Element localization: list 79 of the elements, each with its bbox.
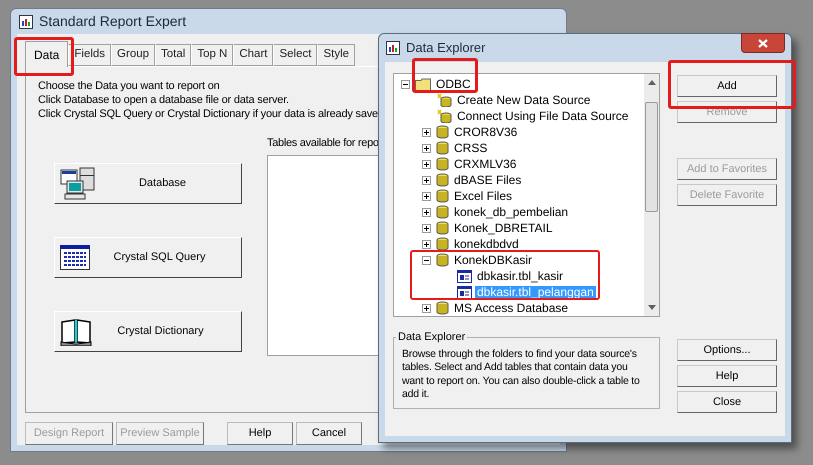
tree-item[interactable]: Create New Data Source (455, 94, 592, 106)
expander-icon[interactable] (422, 192, 431, 200)
dialog-button[interactable]: Help (677, 365, 777, 387)
scroll-up-icon (648, 80, 656, 85)
sparkle-database-icon (436, 93, 452, 107)
tab[interactable]: Top N (191, 44, 234, 66)
dialog-button[interactable]: Options... (677, 339, 777, 361)
tree-item[interactable]: Connect Using File Data Source (455, 110, 630, 122)
app-icon (386, 41, 400, 55)
tree-item[interactable]: CRXMLV36 (452, 158, 518, 170)
dictionary-button[interactable]: Crystal Dictionary (54, 311, 242, 352)
instruction-text: Click Database to open a database file or data server. (38, 93, 289, 107)
database-icon (436, 173, 449, 187)
expander-icon[interactable] (422, 176, 431, 184)
highlight-box (412, 58, 478, 93)
tab[interactable]: Fields (68, 44, 112, 66)
group-title: Data Explorer (397, 330, 466, 345)
open-book-icon (60, 318, 92, 346)
table-icon (457, 270, 472, 282)
database-icon (436, 141, 449, 155)
database-icon (436, 157, 449, 171)
info-text: Browse through the folders to find your data source's tables. Select and Add tables that contain data you want to report on. You can also double-click a table to add it. (402, 348, 641, 402)
dialog-button[interactable]: Close (677, 391, 777, 413)
app-icon (19, 14, 33, 28)
dialog-button[interactable]: Help (227, 422, 293, 445)
instruction-text: Click Crystal SQL Query or Crystal Dictionary if your data is already save (38, 107, 378, 121)
tree-item[interactable]: MS Access Database (452, 302, 570, 314)
expander-icon[interactable] (422, 160, 431, 168)
scroll-thumb[interactable] (645, 102, 658, 212)
database-icon (436, 301, 449, 315)
tab[interactable]: Data (25, 41, 68, 67)
close-button[interactable] (741, 33, 785, 53)
database-icon (436, 125, 449, 139)
expander-icon[interactable] (422, 240, 431, 248)
database-icon (436, 237, 449, 251)
tab[interactable]: Total (155, 44, 192, 66)
expander-icon[interactable] (401, 80, 410, 88)
tree-item[interactable]: Konek_DBRETAIL (452, 222, 554, 234)
table-grid-icon (60, 245, 90, 270)
expander-icon[interactable] (422, 144, 431, 152)
tab[interactable]: Style (317, 44, 356, 66)
dialog-button[interactable]: Cancel (296, 422, 362, 445)
instruction-text: Choose the Data you want to report on (38, 79, 220, 93)
tree-item[interactable]: ODBC (434, 78, 473, 90)
tables-list[interactable] (267, 154, 379, 356)
close-icon (758, 38, 768, 48)
tree-item[interactable]: CRSS (452, 142, 490, 154)
database-icon (436, 253, 449, 267)
highlight-box (14, 37, 74, 76)
window-title: Standard Report Expert (39, 12, 186, 31)
expander-icon[interactable] (422, 224, 431, 232)
tree-item[interactable]: konek_db_pembelian (452, 206, 570, 218)
expander-icon[interactable] (422, 128, 431, 136)
window-title: Data Explorer (406, 39, 486, 58)
tree-item[interactable]: KonekDBKasir (452, 254, 534, 266)
tab[interactable]: Group (111, 44, 156, 66)
tree-item[interactable]: Excel Files (452, 190, 514, 202)
computer-database-icon (60, 166, 96, 200)
database-icon (436, 221, 449, 235)
database-icon (436, 205, 449, 219)
dialog-button[interactable]: Add (677, 75, 777, 97)
expander-icon[interactable] (422, 208, 431, 216)
tree-item[interactable]: dbkasir.tbl_kasir (475, 270, 566, 282)
tree-item[interactable]: konekdbdvd (452, 238, 521, 250)
tab[interactable]: Chart (233, 44, 274, 66)
database-button[interactable]: Database (54, 163, 242, 204)
tree-item[interactable]: CROR8V36 (452, 126, 520, 138)
expander-icon[interactable] (422, 256, 431, 264)
expander-icon[interactable] (422, 304, 431, 312)
database-icon (436, 189, 449, 203)
sparkle-database-icon (436, 109, 452, 123)
tree-item[interactable]: dBASE Files (452, 174, 524, 186)
list-label: Tables available for repo (267, 136, 379, 151)
folder-icon (415, 78, 431, 90)
tab[interactable]: Select (273, 44, 318, 66)
query-button[interactable]: Crystal SQL Query (54, 237, 242, 278)
table-icon (457, 286, 472, 298)
scroll-down-icon (648, 305, 656, 310)
scrollbar[interactable] (644, 74, 659, 316)
